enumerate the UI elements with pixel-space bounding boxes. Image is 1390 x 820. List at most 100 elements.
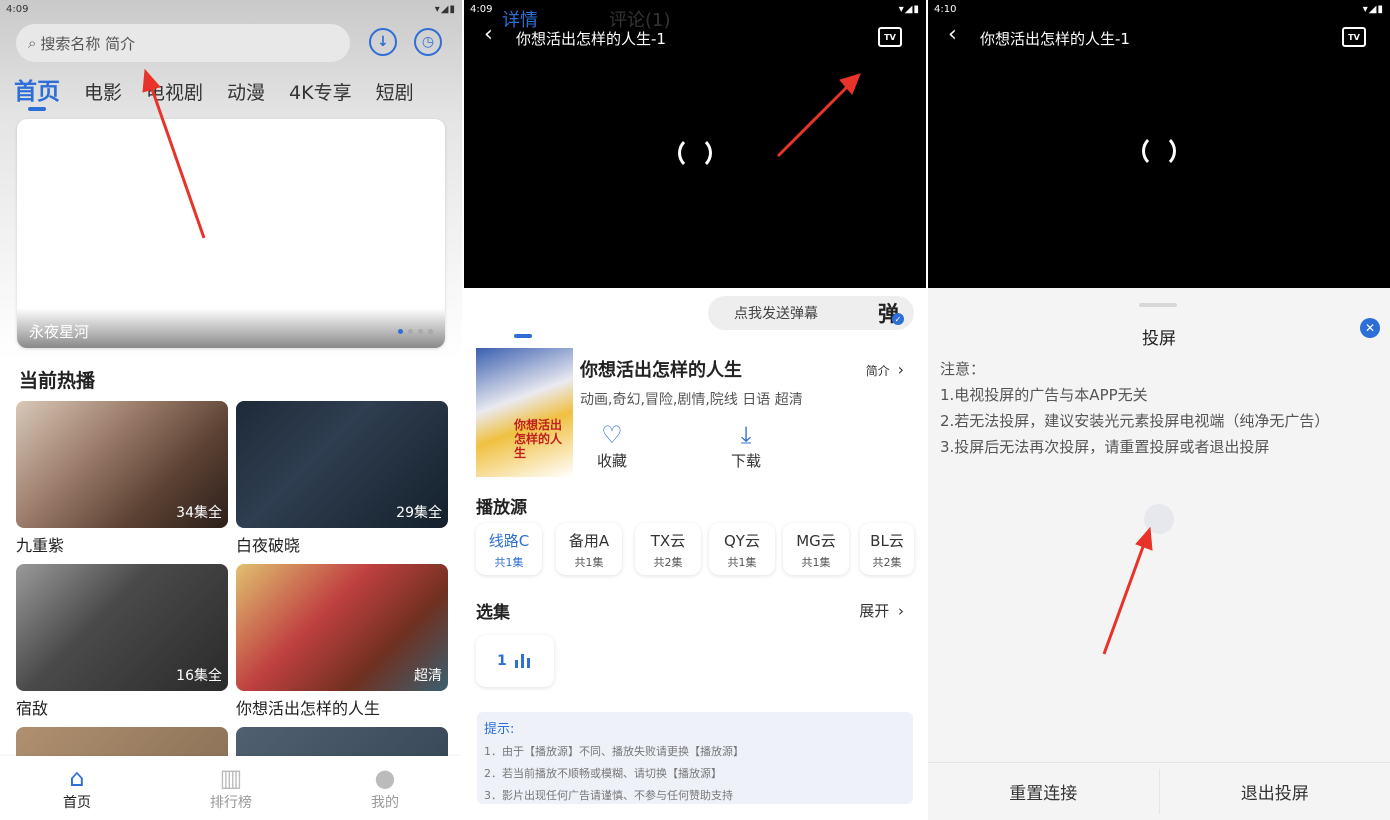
video-player[interactable]: 4:10 ▾◢▮ ‹ 你想活出怎样的人生-1 TV xyxy=(928,0,1390,288)
status-icons: ▾◢▮ xyxy=(898,3,920,15)
sheet-drag-handle[interactable] xyxy=(1139,303,1177,307)
tip-line: 3．影片出现任何广告请谨慎、不参与任何赞助支持 xyxy=(484,789,733,802)
active-tab-indicator xyxy=(514,334,532,338)
episode-badge: 34集全 xyxy=(176,505,222,521)
source-option[interactable]: MG云 共1集 xyxy=(783,523,849,575)
history-icon[interactable]: ◷ xyxy=(414,28,442,56)
video-thumbnail: 16集全 xyxy=(16,564,228,691)
search-bar[interactable]: ⌕ 搜索名称 简介 xyxy=(16,24,350,62)
video-title: 宿敌 xyxy=(16,699,49,718)
collect-button[interactable]: ♡ 收藏 xyxy=(582,420,642,471)
cast-tv-icon[interactable]: TV xyxy=(1342,27,1366,47)
home-icon: ⌂ xyxy=(69,764,85,792)
status-time: 4:09 xyxy=(6,3,29,15)
source-name: 备用A xyxy=(568,532,610,550)
tab-4k[interactable]: 4K专享 xyxy=(289,82,352,104)
nav-home[interactable]: ⌂ 首页 xyxy=(0,756,154,820)
note-line: 3.投屏后无法再次投屏，请重置投屏或者退出投屏 xyxy=(940,438,1270,456)
download-button[interactable]: ⤓ 下载 xyxy=(716,420,776,471)
check-icon: ✓ xyxy=(892,313,904,325)
player-title: 你想活出怎样的人生-1 xyxy=(980,30,1130,48)
note-heading: 注意： xyxy=(940,360,986,378)
video-thumbnail: 超清 xyxy=(236,564,448,691)
brief-link[interactable]: 简介 › xyxy=(866,360,904,379)
profile-icon: ● xyxy=(374,764,396,792)
video-player[interactable]: 4:09 ▾◢▮ ‹ 你想活出怎样的人生-1 TV xyxy=(464,0,926,288)
note-line: 2.若无法投屏，建议安装光元素投屏电视端（纯净无广告） xyxy=(940,412,1330,430)
home-screen: 4:09 ▾◢▮ ⌕ 搜索名称 简介 ↓ ◷ 首页 电影 电视剧 动漫 4K专享 短剧 永… xyxy=(0,0,462,820)
sheet-footer: 重置连接 退出投屏 xyxy=(928,762,1390,820)
source-name: BL云 xyxy=(870,532,904,550)
source-option[interactable]: 备用A 共1集 xyxy=(556,523,622,575)
sheet-title: 投屏 xyxy=(1142,329,1176,349)
carousel-dot xyxy=(418,329,423,334)
video-title: 你想活出怎样的人生 xyxy=(236,699,381,718)
active-tab-indicator xyxy=(28,107,46,111)
tab-tv[interactable]: 电视剧 xyxy=(146,82,203,104)
tab-anime[interactable]: 动漫 xyxy=(227,82,265,104)
video-card[interactable]: 34集全 九重紫 xyxy=(16,401,228,556)
nav-ranking[interactable]: ▥ 排行榜 xyxy=(154,756,308,820)
video-card[interactable]: 16集全 宿敌 xyxy=(16,564,228,719)
source-heading: 播放源 xyxy=(476,498,527,518)
tab-home[interactable]: 首页 xyxy=(14,79,60,105)
nav-profile[interactable]: ● 我的 xyxy=(308,756,462,820)
carousel-dots xyxy=(398,329,433,334)
movie-tags: 动画,奇幻,冒险,剧情,院线 日语 超清 xyxy=(580,392,803,408)
source-name: TX云 xyxy=(650,532,686,550)
brief-label: 简介 xyxy=(865,364,890,378)
cast-bottom-sheet: 投屏 ✕ 注意： 1.电视投屏的广告与本APP无关 2.若无法投屏，建议安装光元… xyxy=(928,290,1390,820)
source-option[interactable]: TX云 共2集 xyxy=(635,523,701,575)
quality-badge: 超清 xyxy=(414,668,442,684)
tips-box: 提示: 1．由于【播放源】不同、播放失败请更换【播放源】 2．若当前播放不顺畅或… xyxy=(477,712,913,804)
tips-title: 提示: xyxy=(484,722,515,737)
video-title: 九重紫 xyxy=(16,536,65,555)
heart-icon: ♡ xyxy=(601,421,623,449)
video-card[interactable]: 超清 你想活出怎样的人生 xyxy=(236,564,448,719)
exit-cast-button[interactable]: 退出投屏 xyxy=(1160,763,1390,820)
movie-poster: 你想活出怎样的人生 xyxy=(476,348,573,477)
status-bar: 4:10 ▾◢▮ xyxy=(928,0,1390,18)
source-name: QY云 xyxy=(724,532,760,550)
source-count: 共2集 xyxy=(653,556,683,569)
source-option[interactable]: 线路C 共1集 xyxy=(476,523,542,575)
expand-button[interactable]: 展开 › xyxy=(859,600,904,621)
nav-label: 我的 xyxy=(371,795,399,811)
tip-line: 1．由于【播放源】不同、播放失败请更换【播放源】 xyxy=(484,745,744,758)
source-count: 共1集 xyxy=(494,556,524,569)
video-title: 白夜破晓 xyxy=(236,536,301,555)
source-count: 共1集 xyxy=(574,556,604,569)
tab-details[interactable]: 详情 xyxy=(502,6,538,32)
back-icon[interactable]: ‹ xyxy=(948,22,957,47)
tab-movies[interactable]: 电影 xyxy=(84,82,122,104)
episode-badge: 16集全 xyxy=(176,668,222,684)
episode-button[interactable]: 1 xyxy=(476,635,554,687)
video-card[interactable]: 29集全 白夜破晓 xyxy=(236,401,448,556)
download-icon[interactable]: ↓ xyxy=(369,28,397,56)
nav-label: 首页 xyxy=(63,795,91,811)
loading-spinner-icon xyxy=(678,136,712,170)
cast-screen: 4:10 ▾◢▮ ‹ 你想活出怎样的人生-1 TV 投屏 ✕ 注意： 1.电视投… xyxy=(928,0,1390,820)
cast-tv-icon[interactable]: TV xyxy=(878,27,902,47)
tab-comments[interactable]: 评论(1) xyxy=(609,6,671,32)
close-icon[interactable]: ✕ xyxy=(1360,318,1380,338)
banner-carousel[interactable]: 永夜星河 xyxy=(17,119,445,348)
source-option[interactable]: QY云 共1集 xyxy=(709,523,775,575)
carousel-dot xyxy=(428,329,433,334)
chevron-right-icon: › xyxy=(898,602,904,620)
loading-spinner-icon xyxy=(1142,134,1176,168)
episode-badge: 29集全 xyxy=(396,505,442,521)
download-label: 下载 xyxy=(730,452,761,470)
expand-label: 展开 xyxy=(859,602,890,620)
reset-connection-button[interactable]: 重置连接 xyxy=(928,763,1159,820)
note-line: 1.电视投屏的广告与本APP无关 xyxy=(940,386,1148,404)
status-time: 4:10 xyxy=(934,3,957,15)
back-icon[interactable]: ‹ xyxy=(484,22,493,47)
status-icons: ▾◢▮ xyxy=(1362,3,1384,15)
chevron-right-icon: › xyxy=(897,360,904,379)
tab-short[interactable]: 短剧 xyxy=(376,82,414,104)
source-count: 共1集 xyxy=(801,556,831,569)
source-option[interactable]: BL云 共2集 xyxy=(860,523,914,575)
download-icon: ⤓ xyxy=(740,421,752,449)
source-count: 共1集 xyxy=(727,556,757,569)
